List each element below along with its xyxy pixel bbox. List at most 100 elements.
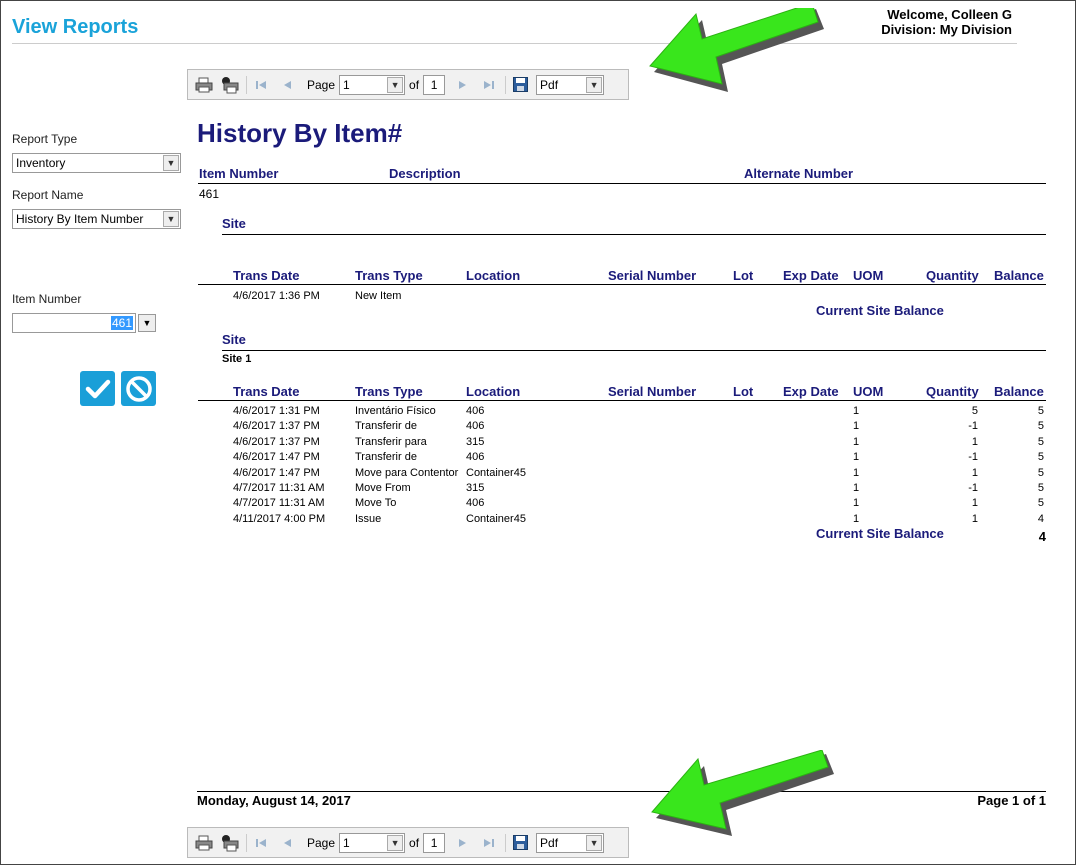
quantity-cell: 1 [971,436,978,448]
save-icon[interactable] [510,833,530,853]
location-cell: 406 [466,451,485,463]
site-name: Site 1 [222,353,252,365]
site-rule [222,350,1046,351]
report-type-select[interactable]: Inventory ▼ [12,153,181,173]
current-site-balance-label: Current Site Balance [816,526,944,541]
first-page-icon[interactable] [251,75,271,95]
report-title: History By Item# [197,118,403,148]
annotation-arrow-icon [649,8,824,92]
location-cell: Container45 [466,513,526,525]
division-text: Division: My Division [881,22,1012,37]
item-number-input[interactable]: 461 [12,313,136,333]
page-select-value: 1 [343,77,350,92]
balance-cell: 5 [1037,420,1044,432]
last-page-icon[interactable] [479,833,499,853]
page-select-value: 1 [343,835,350,850]
location-cell: 315 [466,482,485,494]
current-site-balance-label: Current Site Balance [816,303,944,318]
page-label: Page [307,77,336,92]
site-header: Site [222,216,246,231]
first-page-icon[interactable] [251,833,271,853]
checkmark-icon [85,379,110,398]
last-page-icon[interactable] [479,75,499,95]
col-trans-type: Trans Type [355,268,423,283]
quantity-cell: 5 [971,405,978,417]
print-icon[interactable] [194,75,214,95]
header-rule [198,183,1046,184]
export-format-value: Pdf [540,835,559,850]
trans-date-cell: 4/6/2017 1:47 PM [233,467,320,479]
location-cell: 315 [466,436,485,448]
toolbar-separator [505,833,507,852]
col-location: Location [466,268,521,283]
trans-type-cell: Move From [355,482,411,494]
uom-cell: 1 [853,405,860,417]
cancel-button[interactable] [121,371,156,406]
chevron-down-icon: ▼ [586,834,603,851]
chevron-down-icon: ▼ [163,155,179,171]
page-title: View Reports [12,16,139,38]
report-name-value: History By Item Number [16,212,144,226]
run-report-button[interactable] [80,371,115,406]
page-label: Page [307,835,336,850]
balance-cell: 5 [1037,451,1044,463]
of-label: of [409,77,420,92]
print-icon[interactable] [194,833,214,853]
trans-type-cell: Transferir de [355,451,417,463]
trans-date-cell: 4/11/2017 4:00 PM [233,513,326,525]
print-preview-icon[interactable] [220,833,240,853]
item-number-value: 461 [110,316,133,330]
item-number-dropdown[interactable]: ▼ [138,314,156,332]
uom-cell: 1 [853,420,860,432]
balance-cell: 4 [1037,513,1044,525]
col-quantity: Quantity [926,384,979,399]
total-pages: 1 [423,74,446,95]
current-site-balance-value: 4 [1038,529,1046,544]
col-lot: Lot [733,268,754,283]
toolbar-separator [246,75,247,94]
quantity-cell: -1 [968,482,978,494]
footer-rule [197,791,1046,792]
trans-date-cell: 4/6/2017 1:31 PM [233,405,320,417]
next-page-icon[interactable] [453,833,473,853]
uom-cell: 1 [853,497,860,509]
location-cell: 406 [466,497,485,509]
trans-type-cell: Move para Contentor [355,467,459,479]
welcome-text: Welcome, Colleen G [887,7,1012,22]
print-preview-icon[interactable] [220,75,240,95]
col-alternate-number: Alternate Number [744,166,854,181]
col-uom: UOM [853,268,884,283]
page-select[interactable]: 1 ▼ [339,832,406,853]
previous-page-icon[interactable] [277,75,297,95]
uom-cell: 1 [853,451,860,463]
export-format-select[interactable]: Pdf ▼ [536,832,605,853]
annotation-arrow-icon [651,750,834,836]
trans-type-cell: Issue [355,513,382,525]
col-quantity: Quantity [926,268,979,283]
next-page-icon[interactable] [453,75,473,95]
footer-page-count: Page 1 of 1 [977,793,1046,808]
balance-cell: 5 [1037,405,1044,417]
cancel-icon [125,375,152,402]
page-select[interactable]: 1 ▼ [339,74,406,95]
trans-type-cell: Transferir de [355,420,417,432]
save-icon[interactable] [510,75,530,95]
col-item-number: Item Number [199,166,279,181]
col-balance: Balance [994,268,1044,283]
quantity-cell: 1 [971,497,978,509]
col-lot: Lot [733,384,754,399]
quantity-cell: -1 [968,420,978,432]
trans-type-cell: Move To [355,497,397,509]
export-format-select[interactable]: Pdf ▼ [536,74,605,95]
report-name-label: Report Name [12,188,84,202]
chevron-down-icon: ▼ [586,76,603,93]
total-pages: 1 [423,832,446,853]
balance-cell: 5 [1037,436,1044,448]
previous-page-icon[interactable] [277,833,297,853]
columns-rule [198,400,1046,401]
report-name-select[interactable]: History By Item Number ▼ [12,209,181,229]
balance-cell: 5 [1037,497,1044,509]
uom-cell: 1 [853,482,860,494]
trans-date-cell: 4/7/2017 11:31 AM [233,497,325,509]
user-info: Welcome, Colleen G Division: My Division [881,7,1012,37]
